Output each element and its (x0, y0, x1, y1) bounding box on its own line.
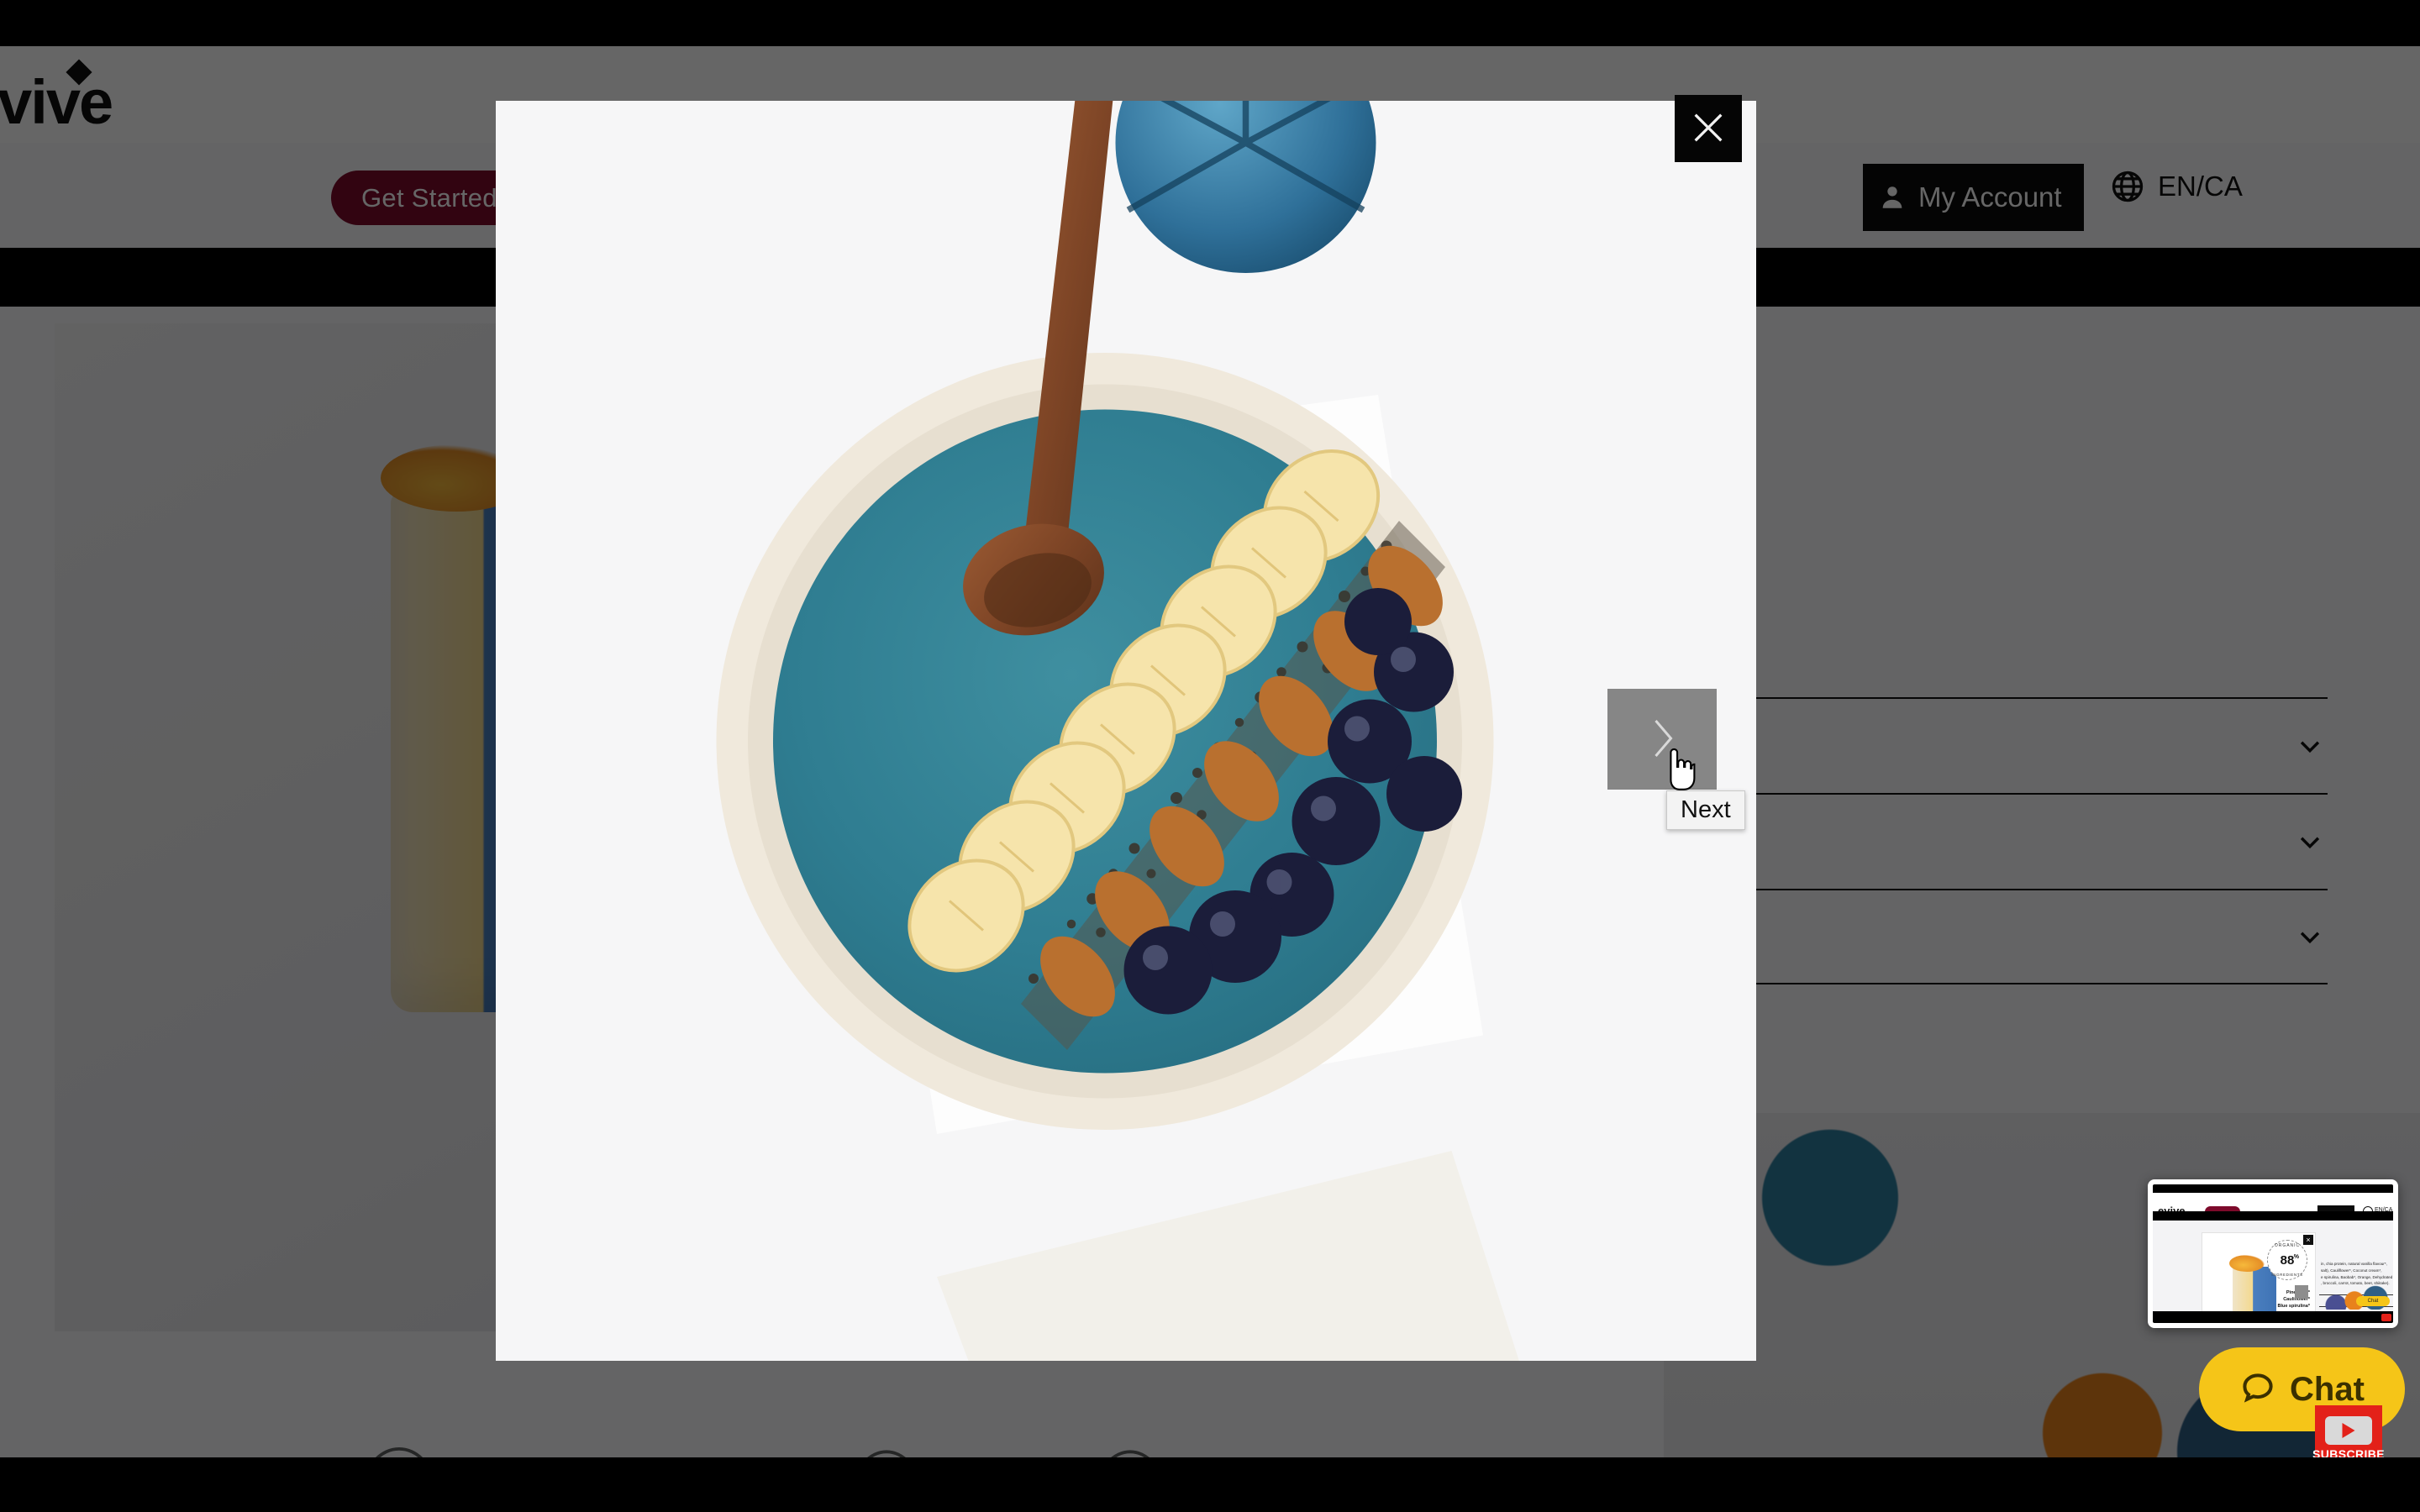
pip-chat-button: Chat (2356, 1296, 2390, 1306)
pip-body: in, chia protein, natural vanilla flavou… (2153, 1221, 2393, 1323)
organic-seal-percent: % (2293, 1254, 2299, 1260)
smoothie-bowl-photo (496, 101, 1756, 1361)
chat-label: Chat (2290, 1370, 2365, 1408)
image-lightbox (496, 101, 1756, 1361)
pip-youtube-icon (2381, 1314, 2391, 1321)
organic-seal-badge: ORGANIC 88 % INGREDIENTS (2267, 1240, 2307, 1280)
browser-chrome-top (0, 0, 2420, 46)
next-tooltip: Next (1666, 790, 1745, 830)
pip-nav-strip (2153, 1211, 2393, 1221)
lightbox-close-button[interactable] (1675, 95, 1742, 162)
lightbox-image[interactable] (496, 101, 1756, 1361)
close-icon (1689, 108, 1728, 150)
screen: evive Get Started My Account (0, 0, 2420, 1512)
chat-bubble-icon (2239, 1370, 2276, 1410)
chevron-right-icon (1647, 717, 1677, 763)
organic-seal-number: 88 (2280, 1253, 2295, 1268)
organic-seal-top-label: ORGANIC (2274, 1243, 2301, 1248)
lightbox-next-button[interactable] (1607, 689, 1717, 790)
pip-header: evive EN/CA (2153, 1193, 2393, 1217)
organic-seal-bottom-label: INGREDIENTS (2271, 1273, 2303, 1277)
pip-topbar (2153, 1184, 2393, 1193)
picture-in-picture-thumbnail[interactable]: evive EN/CA in, chia protein, natural va… (2148, 1179, 2398, 1328)
youtube-play-icon (2325, 1415, 2372, 1445)
browser-chrome-bottom (0, 1457, 2420, 1512)
pip-next-button (2295, 1285, 2308, 1299)
pip-footer (2153, 1311, 2393, 1323)
